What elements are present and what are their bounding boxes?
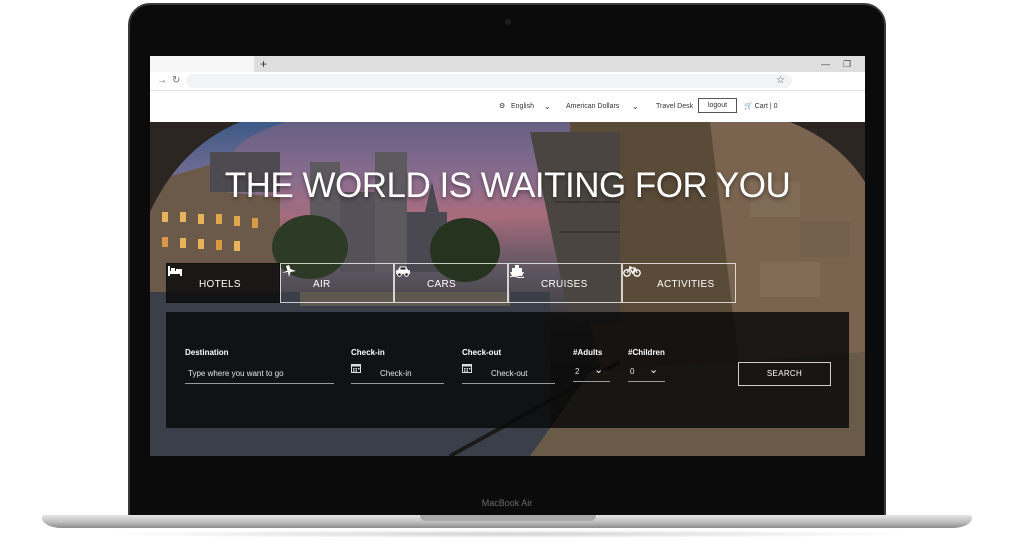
travel-desk-link[interactable]: Travel Desk bbox=[656, 102, 693, 111]
language-selector[interactable]: English bbox=[511, 102, 534, 111]
new-tab-button[interactable]: + bbox=[260, 57, 267, 71]
browser-tab[interactable] bbox=[150, 56, 254, 72]
cart-icon: 🛒 bbox=[744, 103, 753, 110]
tab-cars[interactable]: CARS bbox=[394, 263, 508, 303]
car-icon bbox=[396, 266, 410, 277]
product-tabs: HOTELS AIR CARS CRUISES ACTIVITIES bbox=[166, 263, 736, 303]
ship-icon bbox=[509, 265, 525, 278]
calendar-icon bbox=[351, 364, 361, 373]
chevron-down-icon[interactable]: ⌄ bbox=[544, 102, 551, 111]
laptop-shadow bbox=[90, 530, 924, 538]
device-label: MacBook Air bbox=[481, 498, 533, 508]
hero-banner: THE WORLD IS WAITING FOR YOU HOTELS AIR bbox=[150, 122, 865, 456]
gear-icon: ⚙ bbox=[499, 103, 506, 110]
hero-title: THE WORLD IS WAITING FOR YOU bbox=[224, 166, 791, 205]
tab-cruises[interactable]: CRUISES bbox=[508, 263, 622, 303]
tab-label: AIR bbox=[313, 279, 331, 290]
browser-toolbar: → ↻ ☆ bbox=[150, 72, 865, 91]
adults-select[interactable]: 2 ⌄ bbox=[573, 361, 610, 382]
chevron-down-icon: ⌄ bbox=[594, 364, 604, 376]
checkout-input[interactable]: Check-out bbox=[462, 363, 555, 384]
destination-placeholder: Type where you want to go bbox=[188, 369, 284, 378]
laptop-notch bbox=[420, 515, 596, 521]
bicycle-icon bbox=[623, 266, 641, 277]
children-label: #Children bbox=[628, 348, 665, 357]
checkin-input[interactable]: Check-in bbox=[351, 363, 444, 384]
forward-arrow-icon[interactable]: → bbox=[157, 74, 167, 88]
checkout-label: Check-out bbox=[462, 348, 502, 357]
adults-value: 2 bbox=[575, 367, 580, 376]
screen: + — ❐ → ↻ ☆ ⚙ English ⌄ American Dollars… bbox=[150, 56, 865, 456]
cart-count: 0 bbox=[773, 103, 778, 110]
checkin-placeholder: Check-in bbox=[380, 369, 412, 378]
search-panel: Destination Type where you want to go Ch… bbox=[166, 312, 849, 428]
logout-button[interactable]: logout bbox=[698, 98, 737, 113]
cart-separator: | bbox=[769, 103, 772, 110]
search-button[interactable]: SEARCH bbox=[738, 362, 831, 386]
minimize-button[interactable]: — bbox=[821, 57, 830, 71]
chevron-down-icon[interactable]: ⌄ bbox=[632, 102, 639, 111]
tab-air[interactable]: AIR bbox=[280, 263, 394, 303]
tab-label: ACTIVITIES bbox=[657, 279, 715, 290]
destination-input[interactable]: Type where you want to go bbox=[185, 363, 334, 384]
bed-icon bbox=[168, 266, 182, 276]
children-select[interactable]: 0 ⌄ bbox=[628, 361, 665, 382]
tab-hotels[interactable]: HOTELS bbox=[166, 263, 280, 303]
site-header: ⚙ English ⌄ American Dollars ⌄ Travel De… bbox=[150, 91, 865, 122]
language-label: English bbox=[511, 103, 534, 110]
tab-label: HOTELS bbox=[199, 279, 241, 290]
star-icon[interactable]: ☆ bbox=[776, 74, 785, 88]
address-bar[interactable] bbox=[186, 74, 792, 88]
checkin-label: Check-in bbox=[351, 348, 385, 357]
tab-activities[interactable]: ACTIVITIES bbox=[622, 263, 736, 303]
restore-button[interactable]: ❐ bbox=[843, 57, 851, 71]
currency-label: American Dollars bbox=[566, 103, 620, 110]
tab-label: CARS bbox=[427, 279, 456, 290]
tab-label: CRUISES bbox=[541, 279, 588, 290]
children-value: 0 bbox=[630, 367, 635, 376]
plane-icon bbox=[282, 265, 296, 277]
cart-label: Cart bbox=[754, 103, 768, 110]
reload-icon[interactable]: ↻ bbox=[172, 74, 180, 88]
checkout-placeholder: Check-out bbox=[491, 369, 528, 378]
browser-tabstrip: + — ❐ bbox=[150, 56, 865, 72]
chevron-down-icon: ⌄ bbox=[649, 364, 659, 376]
cart-link[interactable]: 🛒 Cart | 0 bbox=[744, 102, 778, 111]
currency-selector[interactable]: American Dollars bbox=[566, 102, 619, 111]
adults-label: #Adults bbox=[573, 348, 603, 357]
camera-icon bbox=[505, 19, 511, 25]
destination-label: Destination bbox=[185, 348, 229, 357]
calendar-icon bbox=[462, 364, 472, 373]
